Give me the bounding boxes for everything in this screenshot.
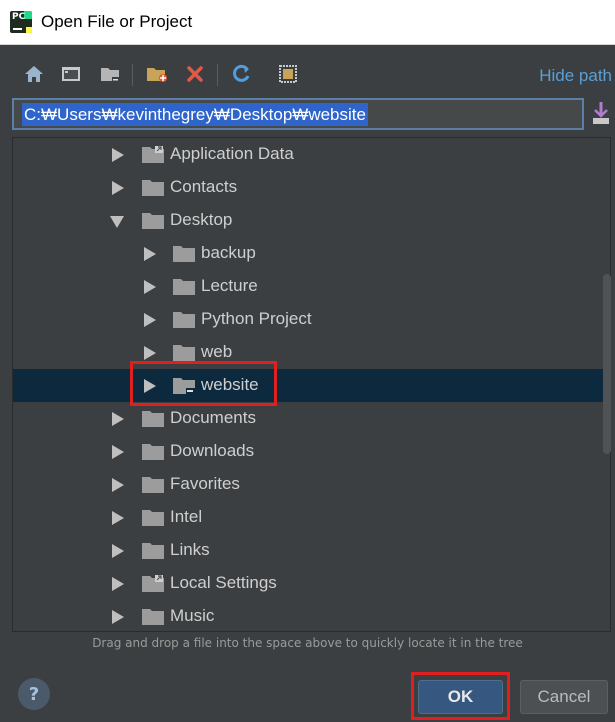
tree-item-label: web [201, 342, 233, 361]
tree-item-label: Links [170, 540, 210, 559]
expand-arrow-icon[interactable] [112, 148, 124, 162]
window-title: Open File or Project [41, 12, 193, 31]
tree-item-desktop[interactable]: Desktop [13, 204, 610, 237]
tree-item-local-settings[interactable]: Local Settings [13, 567, 610, 600]
expand-arrow-icon[interactable] [112, 445, 124, 459]
tree-item-label: Application Data [170, 144, 294, 163]
delete-icon[interactable] [183, 62, 207, 86]
folder-icon [142, 411, 164, 427]
folder-icon [142, 510, 164, 526]
folder-icon [173, 279, 195, 295]
toolbar: Hide path [0, 58, 615, 92]
expand-arrow-icon[interactable] [112, 511, 124, 525]
tree-item-label: backup [201, 243, 256, 262]
expand-arrow-icon[interactable] [112, 544, 124, 558]
folder-icon [173, 312, 195, 328]
tree-item-label: Music [170, 606, 215, 625]
ok-button[interactable]: OK [418, 680, 503, 714]
tree-item-web[interactable]: web [13, 336, 610, 369]
tree-item-label: Favorites [170, 474, 240, 493]
path-selected-text: C:₩Users₩kevinthegrey₩Desktop₩website [22, 103, 368, 126]
tree-item-website[interactable]: website [13, 369, 610, 402]
tree-item-backup[interactable]: backup [13, 237, 610, 270]
pycharm-logo-icon: PC [10, 11, 32, 33]
folder-shortcut-icon [142, 146, 164, 163]
tree-item-music[interactable]: Music [13, 600, 610, 631]
expand-arrow-icon[interactable] [144, 379, 156, 393]
tree-item-label: Local Settings [170, 573, 277, 592]
expand-arrow-icon[interactable] [112, 610, 124, 624]
tree-item-label: Desktop [170, 210, 233, 229]
tree-item-python-project[interactable]: Python Project [13, 303, 610, 336]
expand-arrow-icon[interactable] [112, 412, 124, 426]
tree-item-contacts[interactable]: Contacts [13, 171, 610, 204]
folder-icon [142, 609, 164, 625]
tree-item-application-data[interactable]: Application Data [13, 138, 610, 171]
tree-item-label: Downloads [170, 441, 255, 460]
tree-item-links[interactable]: Links [13, 534, 610, 567]
folder-icon [142, 477, 164, 493]
cancel-button[interactable]: Cancel [520, 680, 608, 714]
help-button[interactable]: ? [18, 678, 50, 710]
expand-arrow-icon[interactable] [144, 313, 156, 327]
tree-item-label: Documents [170, 408, 256, 427]
tree-scrollbar[interactable] [603, 274, 611, 454]
download-icon[interactable] [591, 100, 611, 126]
expand-arrow-icon[interactable] [144, 346, 156, 360]
title-bar: PC Open File or Project [0, 0, 615, 45]
drag-drop-hint: Drag and drop a file into the space abov… [92, 636, 523, 650]
collapse-arrow-icon[interactable] [110, 216, 124, 228]
folder-icon [173, 246, 195, 262]
tree-item-documents[interactable]: Documents [13, 402, 610, 435]
refresh-icon[interactable] [229, 62, 253, 86]
tree-item-label: Lecture [201, 276, 258, 295]
desktop-icon[interactable] [59, 62, 83, 86]
tree-item-label: website [201, 375, 259, 394]
folder-icon [142, 543, 164, 559]
folder-shortcut-icon [142, 575, 164, 592]
expand-arrow-icon[interactable] [112, 181, 124, 195]
folder-icon [173, 345, 195, 361]
tree-item-label: Intel [170, 507, 203, 526]
folder-icon [142, 444, 164, 460]
expand-arrow-icon[interactable] [144, 280, 156, 294]
tree-item-favorites[interactable]: Favorites [13, 468, 610, 501]
expand-arrow-icon[interactable] [144, 247, 156, 261]
file-tree[interactable]: Application Data Contacts Desktop backup… [12, 137, 611, 632]
expand-arrow-icon[interactable] [112, 577, 124, 591]
project-folder-icon[interactable] [98, 62, 122, 86]
home-icon[interactable] [22, 62, 46, 86]
expand-arrow-icon[interactable] [112, 478, 124, 492]
tree-item-lecture[interactable]: Lecture [13, 270, 610, 303]
project-folder-icon [173, 378, 195, 394]
folder-icon [142, 180, 164, 196]
new-folder-icon[interactable] [145, 62, 169, 86]
hide-path-link[interactable]: Hide path [539, 66, 612, 86]
tree-item-downloads[interactable]: Downloads [13, 435, 610, 468]
tree-item-intel[interactable]: Intel [13, 501, 610, 534]
tree-item-label: Contacts [170, 177, 238, 196]
tree-item-label: Python Project [201, 309, 312, 328]
show-hidden-icon[interactable] [276, 62, 300, 86]
folder-icon [142, 213, 164, 229]
